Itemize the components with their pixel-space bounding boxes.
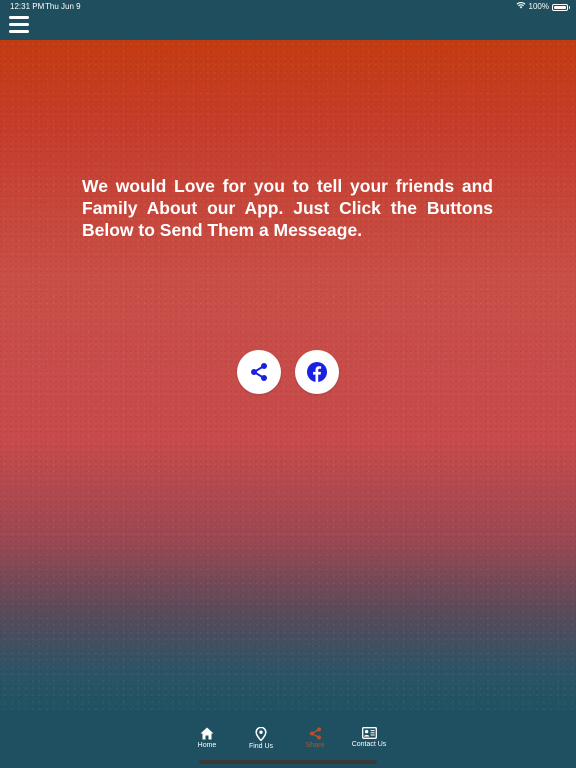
contact-card-icon [361, 727, 377, 739]
share-icon [309, 727, 321, 740]
status-time: 12:31 PM [10, 2, 45, 11]
top-bar [0, 14, 576, 40]
tab-find-us-label: Find Us [248, 743, 274, 750]
facebook-share-button[interactable] [295, 350, 339, 394]
tab-find-us[interactable]: Find Us [246, 727, 276, 750]
home-icon [200, 727, 214, 740]
wifi-icon [516, 0, 526, 14]
home-indicator [199, 760, 377, 764]
tab-home-label: Home [197, 742, 217, 749]
tab-contact-us-label: Contact Us [351, 741, 387, 748]
facebook-icon [307, 362, 327, 382]
app-screen: 12:31 PM Thu Jun 9 100% We would Love fo… [0, 0, 576, 768]
share-message: We would Love for you to tell your frien… [82, 176, 493, 240]
status-bar: 12:31 PM Thu Jun 9 100% [0, 0, 576, 14]
battery-percent: 100% [528, 2, 549, 11]
tab-home[interactable]: Home [192, 727, 222, 749]
tab-contact-us[interactable]: Contact Us [348, 727, 390, 748]
battery-level [554, 5, 566, 9]
share-icon [251, 363, 267, 381]
hamburger-menu-icon[interactable] [9, 16, 31, 36]
share-button[interactable] [237, 350, 281, 394]
tab-share-label: Share [305, 742, 325, 749]
status-date: Thu Jun 9 [45, 2, 81, 11]
background-texture [0, 40, 576, 710]
battery-icon [552, 3, 570, 11]
map-pin-icon [255, 727, 267, 741]
status-indicators: 100% [516, 0, 570, 14]
tab-share[interactable]: Share [300, 727, 330, 749]
